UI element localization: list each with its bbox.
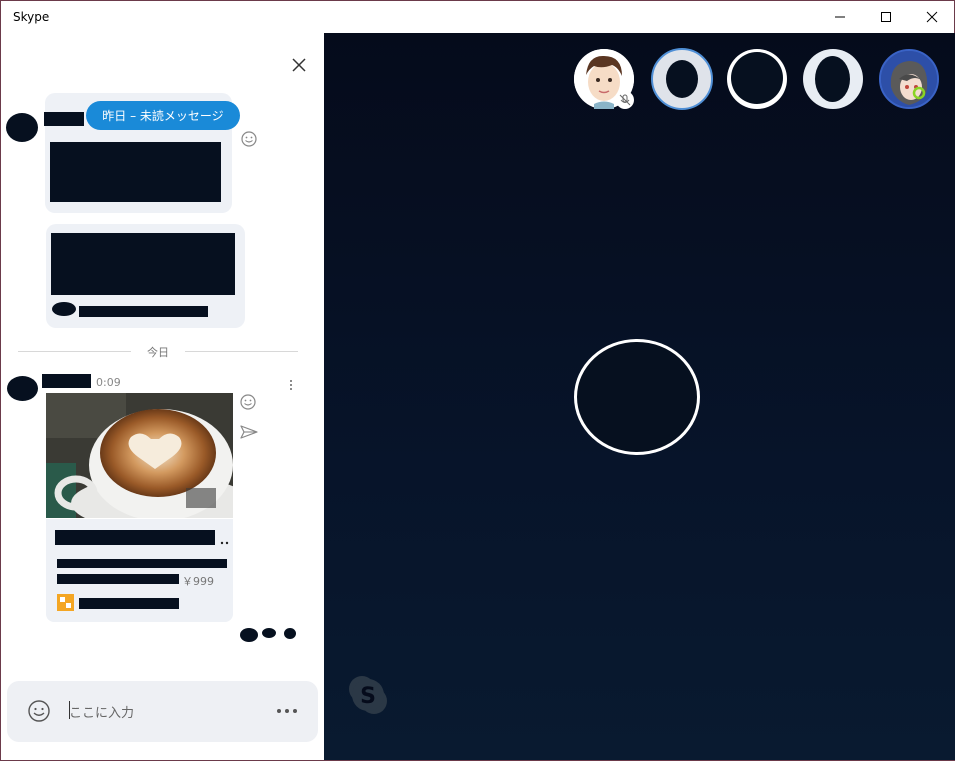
participant-avatar[interactable] xyxy=(651,48,713,110)
emoji-icon[interactable] xyxy=(240,130,258,148)
minimize-button[interactable] xyxy=(817,1,863,33)
divider-today: 今日 xyxy=(147,346,169,359)
site-name xyxy=(79,598,179,609)
redacted-avatar xyxy=(815,56,850,102)
emoji-icon[interactable] xyxy=(27,699,51,723)
window-title: Skype xyxy=(13,10,50,24)
coffee-photo[interactable] xyxy=(46,393,233,518)
link-title xyxy=(55,530,215,545)
main-participant-avatar[interactable] xyxy=(574,339,700,455)
link-description xyxy=(57,574,179,584)
maximize-icon xyxy=(881,12,891,22)
mic-muted-icon xyxy=(616,91,634,109)
participant-avatar[interactable] xyxy=(879,49,939,109)
chat-panel: 昨日 – 未読メッセージ 今日 0:09 ￥999 ここに入力 xyxy=(2,33,324,760)
reaction-avatar xyxy=(240,628,258,642)
link-text xyxy=(79,306,208,317)
more-icon[interactable] xyxy=(275,707,299,715)
close-icon xyxy=(926,11,938,23)
skype-logo-icon: S xyxy=(349,676,387,714)
call-panel: S xyxy=(324,33,955,760)
sender-name xyxy=(42,374,91,388)
emoji-icon[interactable] xyxy=(239,393,257,411)
avatar xyxy=(6,113,38,142)
anime-character-avatar xyxy=(881,51,937,107)
redacted-avatar xyxy=(731,52,783,104)
divider-line xyxy=(18,351,131,352)
price-text: ￥999 xyxy=(182,575,214,588)
close-window-button[interactable] xyxy=(909,1,955,33)
more-icon xyxy=(220,541,229,545)
site-favicon-icon xyxy=(57,594,74,611)
maximize-button[interactable] xyxy=(863,1,909,33)
message-time: 0:09 xyxy=(96,376,121,389)
link-description xyxy=(57,559,227,568)
more-icon[interactable] xyxy=(285,379,297,393)
redacted-avatar xyxy=(666,60,698,98)
participant-avatar[interactable] xyxy=(574,49,634,109)
send-icon[interactable] xyxy=(239,423,259,441)
message-composer[interactable]: ここに入力 xyxy=(7,681,318,742)
latte-art-image xyxy=(46,393,233,518)
message-input[interactable]: ここに入力 xyxy=(69,702,134,721)
close-icon xyxy=(292,58,306,72)
message-content xyxy=(51,233,235,295)
reaction-avatar xyxy=(262,628,276,638)
title-bar: Skype xyxy=(1,1,954,33)
svg-text:S: S xyxy=(360,684,376,709)
participant-avatar[interactable] xyxy=(727,49,787,109)
unread-messages-pill[interactable]: 昨日 – 未読メッセージ xyxy=(86,101,240,130)
participant-avatar[interactable] xyxy=(803,49,863,109)
close-chat-button[interactable] xyxy=(289,55,309,75)
skype-window: Skype 昨日 – 未読メッセージ 今日 0:09 ￥999 ここに入力 S xyxy=(0,0,955,761)
minimize-icon xyxy=(835,16,845,18)
link-icon xyxy=(52,302,76,316)
message-content xyxy=(50,142,221,202)
divider-line xyxy=(185,351,298,352)
reaction-avatar xyxy=(284,628,296,639)
sender-name xyxy=(44,112,84,126)
avatar xyxy=(7,376,38,401)
